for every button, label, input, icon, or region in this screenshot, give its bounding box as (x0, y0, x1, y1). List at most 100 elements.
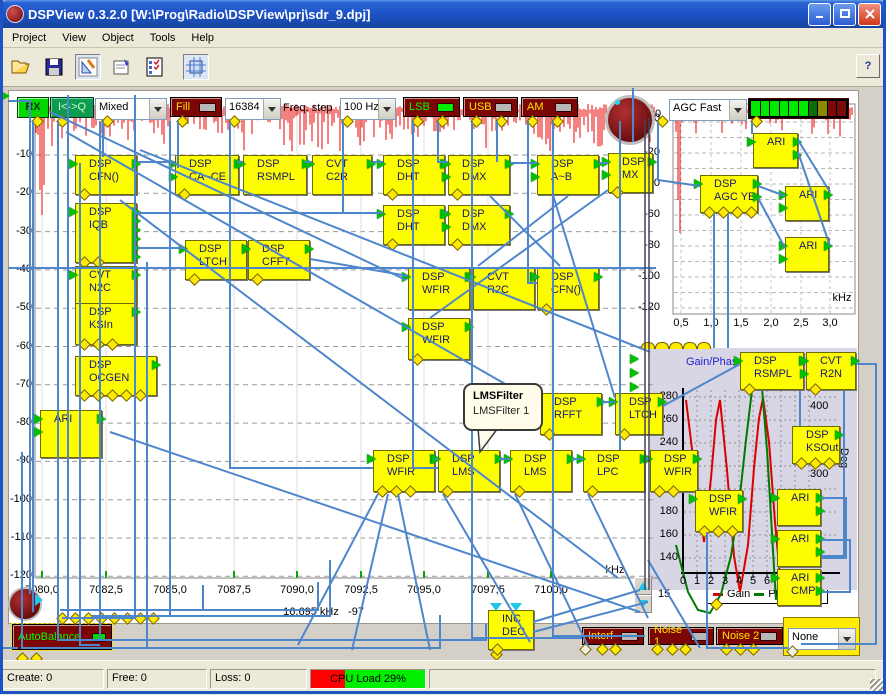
input-port-icon (602, 170, 611, 180)
design-mode-icon[interactable] (75, 54, 101, 80)
output-port-icon (505, 209, 514, 219)
title-bar[interactable]: DSPView 0.3.2.0 [W:\Prog\Radio\DSPView\p… (0, 0, 886, 28)
block-label: DSP (714, 178, 757, 191)
dsp-block-rfft[interactable]: DSPRFFT (540, 393, 602, 435)
dsp-block-c2r[interactable]: CVTC2R (312, 155, 372, 195)
open-project-icon[interactable] (9, 55, 33, 79)
dsp-block-ltch[interactable]: DSPLTCH (185, 240, 247, 280)
dsp-block-cace[interactable]: DSPCA~CE (175, 155, 239, 195)
input-port-icon (306, 159, 315, 169)
dsp-block-dht[interactable]: DSPDHT (383, 155, 445, 195)
param-port-icon (78, 389, 91, 402)
dsp-block-lms[interactable]: DSPLMS (438, 450, 500, 492)
dsp-block-lms[interactable]: DSPLMS (510, 450, 572, 492)
dsp-block-lpc[interactable]: DSPLPC (583, 450, 645, 492)
tooltip-title: LMSFilter (473, 390, 539, 402)
menu-item-project[interactable]: Project (4, 30, 54, 46)
dsp-block-cfn[interactable]: DSPCFN() (537, 268, 599, 310)
dsp-block-wfir[interactable]: DSPWFIR (650, 450, 698, 492)
block-layout-icon[interactable] (183, 54, 209, 80)
param-port-icon (134, 389, 147, 402)
block-label: DSP (189, 158, 238, 171)
output-port-icon (816, 493, 825, 503)
resize-grip[interactable] (870, 679, 883, 692)
dsp-block-ari[interactable]: ARI (785, 186, 829, 221)
dsp-block-mx[interactable]: DSPMX (608, 153, 653, 193)
input-port-icon (771, 534, 780, 544)
menu-item-help[interactable]: Help (183, 30, 222, 46)
dsp-block-cmp[interactable]: ARICMP (777, 569, 821, 606)
output-port-icon (816, 573, 825, 583)
dsp-block-dmx[interactable]: DSPDMX (448, 205, 510, 245)
menu-item-object[interactable]: Object (94, 30, 142, 46)
minimize-button[interactable] (808, 3, 831, 26)
param-port-icon (743, 383, 756, 396)
dsp-block-rsmpl[interactable]: DSPRSMPL (243, 155, 307, 195)
output-port-icon (793, 137, 802, 147)
input-port-icon (644, 454, 653, 464)
param-port-icon (386, 188, 399, 201)
block-label: CVT (487, 271, 534, 284)
dsp-block-ocgen[interactable]: DSPOCGEN (75, 356, 157, 396)
dsp-block-rsmpl[interactable]: DSPRSMPL (740, 352, 804, 390)
dsp-block-ari[interactable]: ARI (777, 489, 821, 526)
block-label: DSP (89, 158, 136, 171)
input-port-icon (531, 172, 540, 182)
param-port-icon (809, 457, 822, 470)
help-button[interactable]: ? (856, 54, 880, 78)
input-port-icon (609, 397, 618, 407)
dsp-block-agcyb[interactable]: DSPAGC YB (700, 175, 758, 213)
blocks-layer: DSPCFN()DSPIQBCVTN2CDSPKSInDSPOCGENARIDS… (0, 0, 886, 694)
dsp-block-r2n[interactable]: CVTR2N (806, 352, 856, 390)
dsp-block-cfn[interactable]: DSPCFN() (75, 155, 137, 195)
block-label: DSP (89, 359, 156, 372)
dsp-block-dmx[interactable]: DSPDMX (448, 155, 510, 195)
dsp-block-ltch[interactable]: DSPLTCH (615, 393, 663, 435)
block-label: DHT (397, 171, 444, 184)
block-label: DSP (452, 453, 499, 466)
input-port-icon (34, 427, 43, 437)
dsp-block-wfir[interactable]: DSPWFIR (408, 268, 470, 310)
input-port-icon (442, 159, 451, 169)
dsp-block-ari[interactable]: ARI (40, 410, 102, 458)
dsp-block-n2c[interactable]: CVTN2C (75, 266, 137, 306)
param-port-icon (178, 188, 191, 201)
block-label: WFIR (422, 284, 469, 297)
block-label: RSMPL (754, 368, 803, 381)
run-list-icon[interactable] (143, 55, 167, 79)
block-label: DSP (524, 453, 571, 466)
maximize-button[interactable] (833, 3, 856, 26)
param-port-icon (698, 525, 711, 538)
input-port-icon (237, 159, 246, 169)
param-port-icon (188, 273, 201, 286)
block-label: LPC (597, 466, 644, 479)
close-button[interactable] (858, 3, 881, 26)
dsp-block-ksin[interactable]: DSPKSIn (75, 303, 137, 345)
dsp-block-ari[interactable]: ARI (777, 530, 821, 567)
dsp-block-cfft[interactable]: DSPCFFT (248, 240, 310, 280)
dsp-block-r2c[interactable]: CVTR2C (473, 268, 535, 310)
input-port-icon (771, 573, 780, 583)
dsp-block-dec[interactable]: INCDEC (488, 610, 534, 650)
menu-item-view[interactable]: View (54, 30, 94, 46)
save-project-icon[interactable] (42, 55, 66, 79)
param-port-icon (667, 485, 680, 498)
dsp-block-wfir[interactable]: DSPWFIR (695, 490, 743, 532)
dsp-block-wfir[interactable]: DSPWFIR (373, 450, 435, 492)
dsp-block-ari[interactable]: ARI (753, 133, 798, 168)
dsp-block-ab[interactable]: DSPA~B (537, 155, 599, 195)
dsp-block-ksout[interactable]: DSPKSOut (792, 426, 840, 464)
block-label: N2C (89, 282, 136, 295)
block-label: DSP (422, 271, 469, 284)
block-label: DSP (462, 158, 509, 171)
block-label: CVT (326, 158, 371, 171)
dsp-block-ari[interactable]: ARI (785, 237, 829, 272)
properties-icon[interactable] (110, 55, 134, 79)
block-label: DSP (397, 158, 444, 171)
dsp-block-dht[interactable]: DSPDHT (383, 205, 445, 245)
menu-item-tools[interactable]: Tools (142, 30, 184, 46)
dsp-block-wfir[interactable]: DSPWFIR (408, 318, 470, 360)
output-port-icon (816, 586, 825, 596)
dsp-block-iqb[interactable]: DSPIQB (75, 203, 137, 263)
param-port-icon (703, 206, 716, 219)
